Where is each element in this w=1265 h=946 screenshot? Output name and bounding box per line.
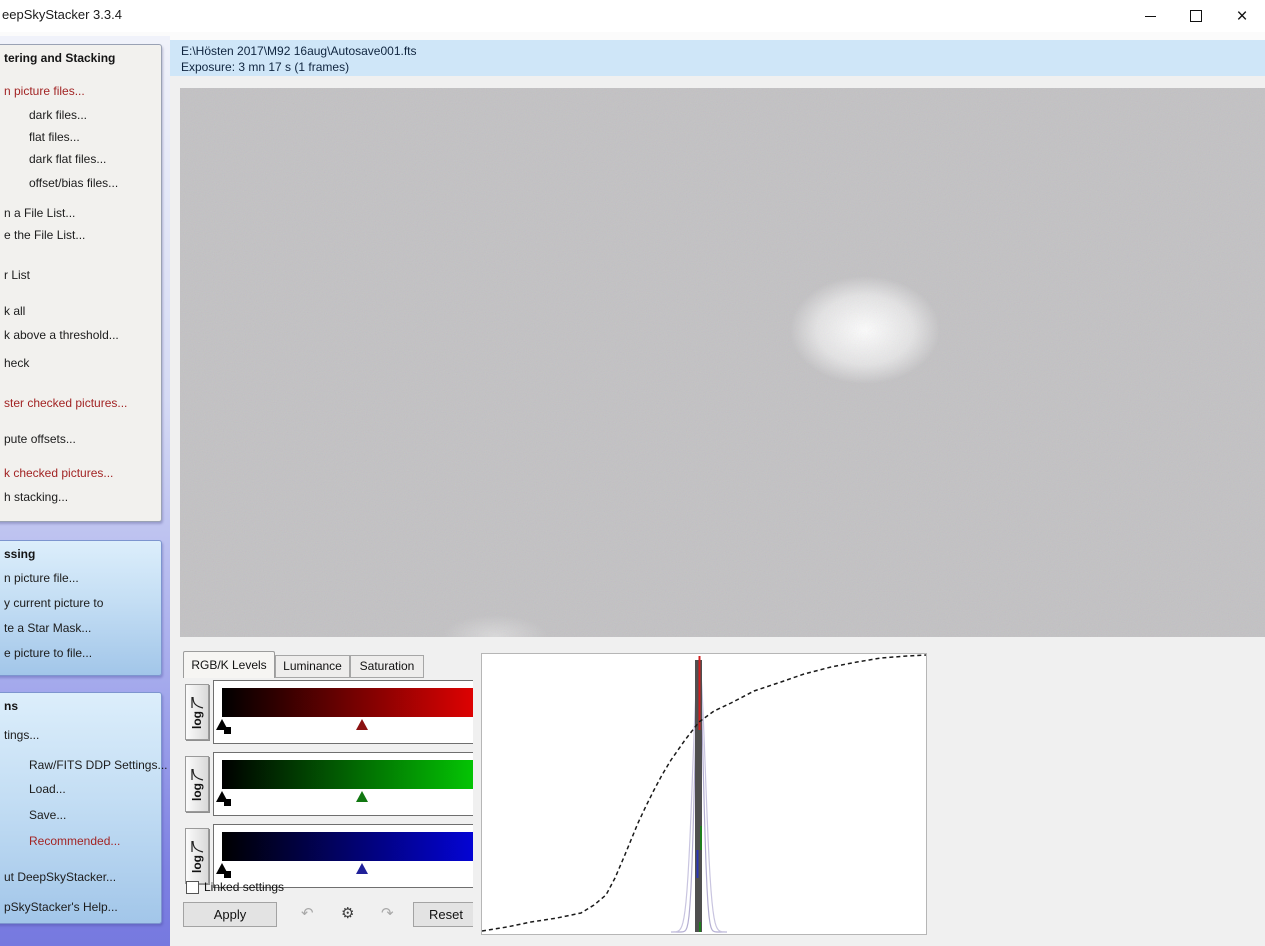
green-level-slider[interactable] <box>213 752 473 816</box>
sidebar-item-register-checked[interactable]: ster checked pictures... <box>4 396 127 410</box>
panel-options: ns tings... Raw/FITS DDP Settings... Loa… <box>0 692 162 924</box>
blue-level-row: log <box>183 824 473 888</box>
blue-level-slider[interactable] <box>213 824 473 888</box>
sidebar-item-open-file-list[interactable]: n a File List... <box>4 206 75 220</box>
sidebar-item-compute-offsets[interactable]: pute offsets... <box>4 432 76 446</box>
green-log-scale-button[interactable]: log <box>185 756 209 812</box>
blue-gradient-bar <box>222 832 473 861</box>
linked-settings-label: Linked settings <box>204 880 284 894</box>
gear-icon[interactable]: ⚙ <box>341 904 354 924</box>
panel-registering-stacking: tering and Stacking n picture files... d… <box>0 44 162 522</box>
undo-icon[interactable]: ↶ <box>301 904 314 924</box>
sidebar-item-save-picture-to-file[interactable]: e picture to file... <box>4 646 92 660</box>
file-path: E:\Hösten 2017\M92 16aug\Autosave001.fts <box>181 43 1265 59</box>
exposure-info: Exposure: 3 mn 17 s (1 frames) <box>181 59 1265 75</box>
window-title: eepSkyStacker 3.3.4 <box>2 7 122 22</box>
panel-title: tering and Stacking <box>4 51 115 65</box>
app-window: eepSkyStacker 3.3.4 × tering and Stackin… <box>0 0 1265 946</box>
sidebar-item-dark-files[interactable]: dark files... <box>29 108 87 122</box>
reset-button[interactable]: Reset <box>413 902 473 927</box>
sidebar-item-save-file-list[interactable]: e the File List... <box>4 228 85 242</box>
sidebar-item-create-star-mask[interactable]: te a Star Mask... <box>4 621 91 635</box>
panel-processing: ssing n picture file... y current pictur… <box>0 540 162 676</box>
sidebar-item-load[interactable]: Load... <box>29 782 66 796</box>
tab-luminance[interactable]: Luminance <box>275 655 350 678</box>
levels-panel: RGB/K Levels Luminance Saturation log <box>183 651 473 927</box>
log-curve-icon <box>190 839 204 854</box>
sidebar-item-dark-flat-files[interactable]: dark flat files... <box>29 152 106 166</box>
red-midtone-marker[interactable] <box>356 719 368 730</box>
blue-midtone-marker[interactable] <box>356 863 368 874</box>
sidebar-item-copy-current-picture[interactable]: y current picture to <box>4 596 103 610</box>
histogram-canvas <box>482 654 926 934</box>
red-log-scale-button[interactable]: log <box>185 684 209 740</box>
log-label: log <box>190 711 204 729</box>
sidebar-item-offset-bias-files[interactable]: offset/bias files... <box>29 176 118 190</box>
blue-shadow-marker-square <box>224 871 231 878</box>
sidebar-item-flat-files[interactable]: flat files... <box>29 130 80 144</box>
file-info-header: E:\Hösten 2017\M92 16aug\Autosave001.fts… <box>170 40 1265 76</box>
sidebar-item-batch-stacking[interactable]: h stacking... <box>4 490 68 504</box>
sidebar-item-save[interactable]: Save... <box>29 808 66 822</box>
red-gradient-bar <box>222 688 473 717</box>
minimize-icon <box>1145 16 1156 17</box>
sidebar-item-open-picture-file[interactable]: n picture file... <box>4 571 79 585</box>
redo-icon[interactable]: ↷ <box>381 904 394 924</box>
linked-settings-row: Linked settings <box>186 880 284 894</box>
sidebar-item-deepskystacker-help[interactable]: pSkyStacker's Help... <box>4 900 118 914</box>
maximize-icon <box>1190 10 1202 22</box>
sidebar-item-raw-fits-ddp-settings[interactable]: Raw/FITS DDP Settings... <box>29 758 168 772</box>
green-shadow-marker-square <box>224 799 231 806</box>
close-icon: × <box>1236 7 1247 26</box>
sidebar-item-open-picture-files[interactable]: n picture files... <box>4 84 85 98</box>
sidebar-item-check-all[interactable]: k all <box>4 304 25 318</box>
blue-log-scale-button[interactable]: log <box>185 828 209 884</box>
log-curve-icon <box>190 695 204 710</box>
window-gap <box>0 32 1265 40</box>
minimize-button[interactable] <box>1127 0 1173 32</box>
title-bar: eepSkyStacker 3.3.4 × <box>0 0 1265 32</box>
apply-button[interactable]: Apply <box>183 902 277 927</box>
tab-rgbk-levels[interactable]: RGB/K Levels <box>183 651 275 678</box>
close-button[interactable]: × <box>1219 0 1265 32</box>
green-level-row: log <box>183 752 473 816</box>
image-noise-overlay <box>180 88 1265 637</box>
sidebar-item-settings[interactable]: tings... <box>4 728 39 742</box>
maximize-button[interactable] <box>1173 0 1219 32</box>
sidebar-item-uncheck[interactable]: heck <box>4 356 29 370</box>
image-view <box>180 88 1265 637</box>
sidebar-item-stack-checked[interactable]: k checked pictures... <box>4 466 113 480</box>
linked-settings-checkbox[interactable] <box>186 881 199 894</box>
panel-title: ssing <box>4 547 35 561</box>
red-level-row: log <box>183 680 473 744</box>
green-gradient-bar <box>222 760 473 789</box>
histogram-chart <box>481 653 927 935</box>
log-label: log <box>190 783 204 801</box>
tab-saturation[interactable]: Saturation <box>350 655 424 678</box>
sidebar-item-recommended[interactable]: Recommended... <box>29 834 120 848</box>
sidebar-item-about-deepskystacker[interactable]: ut DeepSkyStacker... <box>4 870 116 884</box>
panel-title: ns <box>4 699 18 713</box>
log-label: log <box>190 855 204 873</box>
red-shadow-marker-square <box>224 727 231 734</box>
log-curve-icon <box>190 767 204 782</box>
red-level-slider[interactable] <box>213 680 473 744</box>
sidebar-item-check-above-threshold[interactable]: k above a threshold... <box>4 328 119 342</box>
sidebar-item-clear-list[interactable]: r List <box>4 268 30 282</box>
green-midtone-marker[interactable] <box>356 791 368 802</box>
